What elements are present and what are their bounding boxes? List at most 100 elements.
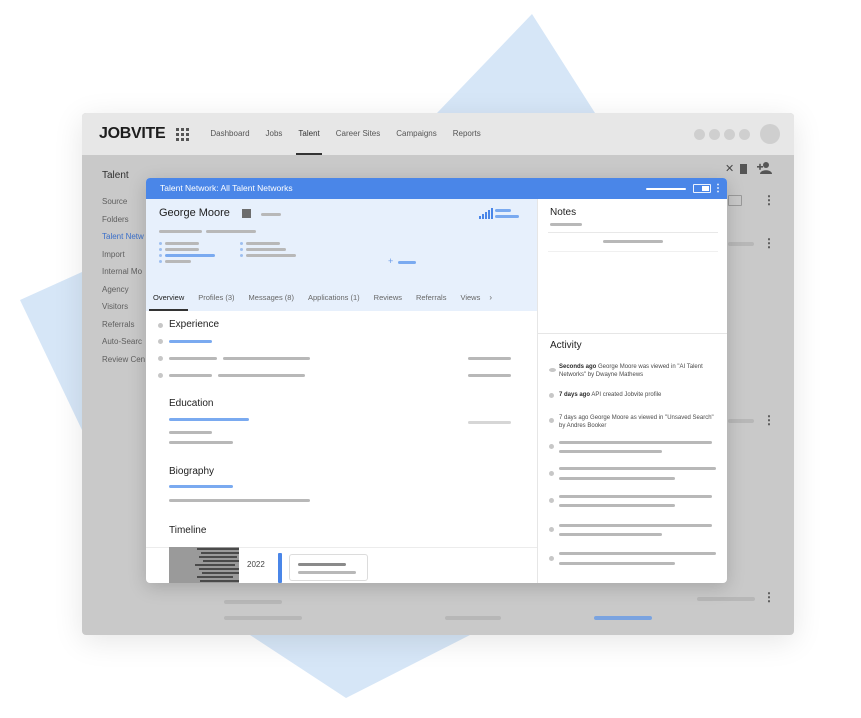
placeholder-bar <box>298 571 356 574</box>
divider <box>548 251 718 252</box>
placeholder-bar <box>169 431 212 434</box>
sidebar-item-folders[interactable]: Folders <box>102 211 145 229</box>
activity-bullet <box>549 556 554 561</box>
nav-talent[interactable]: Talent <box>290 113 327 155</box>
expand-toggle-icon[interactable] <box>693 184 711 193</box>
sidebar-item-referrals[interactable]: Referrals <box>102 316 145 334</box>
user-avatar[interactable] <box>760 124 780 144</box>
section-bullet <box>158 323 163 328</box>
placeholder-bar <box>728 419 754 423</box>
divider <box>548 232 718 233</box>
activity-title: Activity <box>550 340 582 351</box>
row-more-icon[interactable]: ⋮ <box>763 236 775 250</box>
header-action-icon[interactable] <box>724 129 735 140</box>
activity-time: Seconds ago <box>559 364 597 370</box>
jobvite-logo[interactable]: JOBVITE <box>99 125 166 143</box>
top-nav-bar: JOBVITE Dashboard Jobs Talent Career Sit… <box>82 113 794 155</box>
placeholder-bar <box>468 357 511 360</box>
section-bullet <box>158 356 163 361</box>
sidebar-item-review-center[interactable]: Review Cen <box>102 351 145 369</box>
sidebar-item-auto-search[interactable]: Auto-Searc <box>102 333 145 351</box>
list-bullet <box>240 248 243 251</box>
nav-dashboard[interactable]: Dashboard <box>202 113 257 155</box>
profile-tabs: Overview Profiles (3) Messages (8) Appli… <box>146 288 537 311</box>
modal-more-icon[interactable]: ⋮ <box>713 178 723 199</box>
modal-header: Talent Network: All Talent Networks ⋮ <box>146 178 727 199</box>
stage: JOBVITE Dashboard Jobs Talent Career Sit… <box>0 0 861 718</box>
nav-reports[interactable]: Reports <box>445 113 489 155</box>
apps-grid-icon[interactable] <box>176 127 190 141</box>
tab-reviews[interactable]: Reviews <box>367 288 409 311</box>
chevron-right-icon[interactable]: › <box>487 288 492 311</box>
placeholder-bar <box>218 374 305 377</box>
signal-strength-icon <box>479 208 493 219</box>
list-bullet <box>240 242 243 245</box>
section-title-experience: Experience <box>169 319 220 330</box>
activity-time: 7 days ago <box>559 392 591 398</box>
sidebar-item-agency[interactable]: Agency <box>102 281 145 299</box>
header-action-icon[interactable] <box>694 129 705 140</box>
section-title-timeline: Timeline <box>169 525 207 536</box>
row-more-icon[interactable]: ⋮ <box>763 590 775 604</box>
timeline-image <box>169 547 239 583</box>
nav-career-sites[interactable]: Career Sites <box>328 113 388 155</box>
activity-bullet <box>549 393 554 398</box>
modal-title: Talent Network: All Talent Networks <box>160 183 293 193</box>
tab-applications[interactable]: Applications (1) <box>301 288 367 311</box>
timeline-card[interactable] <box>289 554 368 581</box>
placeholder-bar <box>697 597 755 601</box>
placeholder-bar <box>169 485 233 488</box>
header-action-icon[interactable] <box>709 129 720 140</box>
sidebar-item-internal-mobility[interactable]: Internal Mo <box>102 263 145 281</box>
add-icon[interactable]: + <box>388 256 393 266</box>
placeholder-bar <box>559 477 675 480</box>
nav-jobs[interactable]: Jobs <box>258 113 291 155</box>
placeholder-bar <box>594 616 652 620</box>
placeholder-bar <box>206 230 256 233</box>
divider <box>538 333 727 334</box>
trash-icon[interactable] <box>740 164 747 174</box>
placeholder-bar <box>603 240 663 243</box>
activity-bullet <box>549 418 554 423</box>
placeholder-bar <box>559 552 716 555</box>
placeholder-bar <box>169 340 212 343</box>
nav-campaigns[interactable]: Campaigns <box>388 113 444 155</box>
list-bullet <box>159 260 162 263</box>
row-more-icon[interactable]: ⋮ <box>763 193 775 207</box>
section-bullet <box>158 339 163 344</box>
sidebar: Source Folders Talent Netw Import Intern… <box>102 193 145 368</box>
close-icon[interactable]: ✕ <box>725 164 734 175</box>
tab-profiles[interactable]: Profiles (3) <box>191 288 241 311</box>
list-bullet <box>159 242 162 245</box>
placeholder-bar <box>559 450 662 453</box>
sidebar-item-talent-network[interactable]: Talent Netw <box>102 228 145 246</box>
tab-overview[interactable]: Overview <box>146 288 191 311</box>
header-action-icon[interactable] <box>739 129 750 140</box>
add-user-icon[interactable] <box>757 162 773 175</box>
sidebar-item-visitors[interactable]: Visitors <box>102 298 145 316</box>
placeholder-bar <box>728 242 754 246</box>
main-nav: Dashboard Jobs Talent Career Sites Campa… <box>202 113 488 155</box>
placeholder-bar <box>165 248 199 251</box>
placeholder-bar <box>224 600 282 604</box>
placeholder-bar <box>468 374 511 377</box>
placeholder-bar <box>159 230 202 233</box>
placeholder-bar <box>298 563 346 566</box>
placeholder-bar <box>246 242 280 245</box>
placeholder-bar <box>559 562 675 565</box>
row-more-icon[interactable]: ⋮ <box>763 413 775 427</box>
activity-item: 7 days ago George Moore as viewed in "Un… <box>559 414 719 430</box>
list-bullet <box>159 254 162 257</box>
placeholder-bar <box>495 209 511 212</box>
tab-messages[interactable]: Messages (8) <box>242 288 301 311</box>
profile-pane: George Moore + Overview Profiles (3) Mes… <box>146 199 537 583</box>
view-toggle-icon[interactable] <box>728 195 742 206</box>
sidebar-item-import[interactable]: Import <box>102 246 145 264</box>
tab-views[interactable]: Views <box>453 288 487 311</box>
section-bullet <box>158 373 163 378</box>
sidebar-item-source[interactable]: Source <box>102 193 145 211</box>
activity-item: 7 days ago API created Jobvite profile <box>559 391 724 399</box>
list-bullet <box>240 254 243 257</box>
notes-title: Notes <box>550 207 577 218</box>
tab-referrals[interactable]: Referrals <box>409 288 453 311</box>
